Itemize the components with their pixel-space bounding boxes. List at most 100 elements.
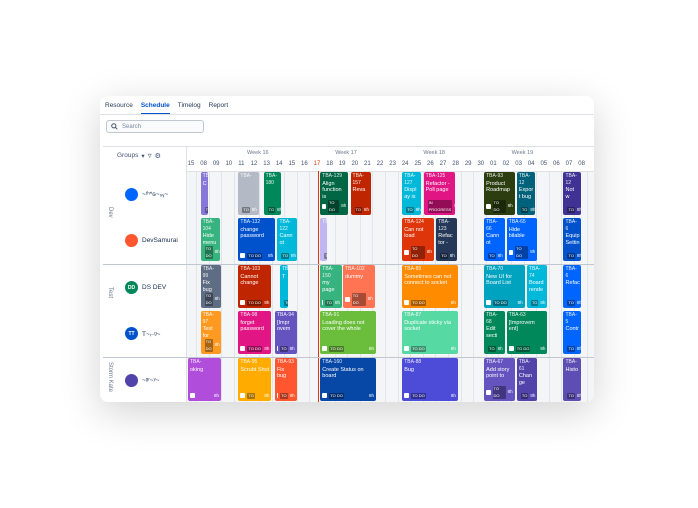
- task-card[interactable]: TBA-12 Not w TO 8h: [563, 172, 582, 215]
- task-card[interactable]: TBA-103 Cannot change TO DO 8h: [238, 265, 272, 308]
- task-card[interactable]: TBA-oking 8h: [188, 358, 222, 401]
- task-card[interactable]: TBA-68 Edit secti TO 8h: [484, 311, 505, 354]
- task-card[interactable]: TBA-99 Fix bug TO DO 8h: [200, 265, 221, 308]
- task-card[interactable]: TBA-93 Fix bug TO 8h: [274, 358, 297, 401]
- task-card[interactable]: TBA-129 Align function is TO DO 8h: [320, 172, 349, 215]
- filter-icon[interactable]: ▿: [148, 151, 152, 160]
- task-card[interactable]: TBA-T TO8h: [279, 265, 288, 308]
- task-card[interactable]: TBA-65 Hide bilable TO DO 8h: [506, 218, 538, 261]
- tab-schedule[interactable]: Schedule: [140, 100, 170, 114]
- task-card[interactable]: TBA-89 Sometimes can not connect to socke…: [402, 265, 458, 308]
- task-card[interactable]: TBA-160 Create Status on board TO DO 8h: [320, 358, 376, 401]
- task-card[interactable]: TBA-150 my page TO 8h: [320, 265, 342, 308]
- status-badge: TO DO: [492, 386, 506, 399]
- resource-row-3[interactable]: TT T~ᵢ₋ᵍ~: [125, 327, 160, 340]
- task-card[interactable]: TBA-74 Board rende TO 8h: [526, 265, 548, 308]
- task-card[interactable]: TBA-123 Refac tor - TO 8h: [436, 218, 457, 261]
- task-card[interactable]: TBA-6 Equip Settin TO 8h: [563, 218, 582, 261]
- task-footer: TO DO 8h: [508, 345, 545, 352]
- task-card[interactable]: TBA-97 Test for TO DO 8h: [200, 311, 221, 354]
- task-card[interactable]: TBA-6 Refac TO 8h: [563, 265, 582, 308]
- task-card[interactable]: TBA-63 [Improvem ent] TO DO 8h: [506, 311, 548, 354]
- status-badge: TO: [567, 252, 575, 259]
- task-id: TBA-103: [240, 266, 261, 272]
- task-title: my page: [322, 280, 335, 293]
- tab-report[interactable]: Report: [209, 100, 229, 114]
- week-label: Week 16: [247, 150, 269, 156]
- task-card[interactable]: TBA-5 Contr TO 8h: [563, 311, 582, 354]
- task-card[interactable]: TBA-104 Hide menu TO DO 8h: [200, 218, 220, 261]
- group-label: Dev: [107, 207, 113, 218]
- task-card[interactable]: TBA- Histo TO 8h: [563, 358, 582, 401]
- task-card[interactable]: TBA-98 forget password TO DO 8h: [238, 311, 272, 354]
- task-card[interactable]: TBA-132 change password TO DO 8h: [238, 218, 276, 261]
- tab-timelog[interactable]: Timelog: [178, 100, 201, 114]
- task-card[interactable]: TBA-94 [Impr ovem TO 8h: [274, 311, 297, 354]
- timeline-header: 15 08 09 10 11 12 13 14 15 16 17 18 19 20 21 22 23 24 25 26…: [187, 147, 594, 172]
- task-id: TBA-66: [486, 219, 498, 232]
- day-gridline: [221, 171, 223, 402]
- task-card[interactable]: TBA-95 Scrubt Shut TO 8h: [238, 358, 272, 401]
- task-id: TBA-68: [486, 312, 498, 325]
- task-card[interactable]: TBA-70 New UI for Board List TO DO 8h: [484, 265, 525, 308]
- task-card[interactable]: TBA-12 Expor t bug TO 8h: [516, 172, 535, 215]
- task-card[interactable]: TBA-67 Add story point to TO DO 8h: [484, 358, 515, 401]
- tab-resource[interactable]: Resource: [105, 100, 133, 114]
- task-id: TBA-150: [322, 266, 334, 279]
- status-badge: TO: [567, 299, 575, 306]
- task-footer: TO DO 8h: [240, 299, 269, 306]
- task-card[interactable]: TBA-180 TO 8h: [263, 172, 282, 215]
- task-hours: 8h: [264, 392, 270, 398]
- task-card[interactable]: TBA-61 Chan ge TO 8h: [516, 358, 538, 401]
- avatar: [125, 374, 138, 387]
- status-badge: TO: [280, 345, 288, 352]
- task-card[interactable]: TBA-91 Loading does not cover the whole TO…: [320, 311, 376, 354]
- task-hours: 8h: [576, 345, 582, 351]
- groups-dropdown[interactable]: Groups ▾ ▿ ⚙: [117, 151, 161, 160]
- task-title: Refac: [565, 280, 580, 286]
- resource-row-2[interactable]: DD DS DEV: [125, 281, 166, 294]
- resource-name: ~ᵗʰ*ɢ~₉ᵧ~: [142, 191, 169, 198]
- resource-name: DS DEV: [142, 284, 167, 291]
- task-card[interactable]: TBA-87 Duplicate sticky via socket TO DO 8h: [402, 311, 458, 354]
- task-card[interactable]: TBA-66 Cann ot TO 8h: [484, 218, 505, 261]
- task-card[interactable]: TBA- TO8h: [238, 172, 259, 215]
- resource-row-1[interactable]: DevSamurai: [125, 234, 178, 247]
- status-badge: TO: [406, 206, 414, 213]
- task-id: TBA-5: [565, 312, 577, 325]
- task-card[interactable]: TBA-93 Product Roadmap TO DO 8h: [484, 172, 515, 215]
- task-card[interactable]: TBA- TO8h: [320, 218, 327, 261]
- task-card[interactable]: TBA-124 Can not load TO DO 8h: [402, 218, 434, 261]
- task-id: TBA-: [322, 219, 327, 225]
- resource-row-4[interactable]: ~ᵍʳ~ʸ~: [125, 374, 159, 387]
- task-footer: TO8h: [266, 206, 282, 213]
- task-id: TBA-180: [265, 173, 277, 186]
- task-card[interactable]: TBA-102 dummy TO DO 8h: [342, 265, 375, 308]
- task-title: Refactor - Poll page: [425, 180, 450, 194]
- task-card[interactable]: TBA-157 Reva TO 8h: [350, 172, 371, 215]
- status-badge: TO: [281, 252, 289, 259]
- status-badge: TO DO: [329, 345, 344, 352]
- settings-icon[interactable]: ⚙: [155, 152, 161, 160]
- task-card[interactable]: TBA-122 Cann ot TO 8h: [277, 218, 297, 261]
- week-label: Week 17: [335, 150, 357, 156]
- task-title: forget password: [240, 319, 264, 333]
- task-footer: TO8h: [486, 345, 503, 352]
- task-card[interactable]: TBA-C TO8h: [200, 172, 209, 215]
- task-hours: 8h: [289, 345, 295, 351]
- task-hours: 8h: [277, 206, 282, 212]
- status-badge: TO DO: [515, 246, 529, 259]
- checkbox-icon: [276, 346, 279, 352]
- task-hours: 8h: [576, 206, 582, 212]
- resource-row-0[interactable]: ~ᵗʰ*ɢ~₉ᵧ~: [125, 188, 168, 201]
- task-card[interactable]: TBA-127 Displ ay is TO 8h: [402, 172, 422, 215]
- task-id: TBA-: [190, 359, 202, 365]
- day-gridline: [296, 171, 298, 402]
- task-id: TBA-127: [404, 173, 416, 186]
- task-card[interactable]: TBA-125Refactor - Poll page IN PROGRESS8h: [423, 172, 456, 215]
- task-card[interactable]: TBA-88 Bug TO DO 8h: [402, 358, 458, 401]
- task-title: Create Status on board: [322, 366, 364, 380]
- status-badge: TO: [242, 206, 250, 213]
- search-input[interactable]: Search: [106, 120, 204, 133]
- task-footer: TO8h: [322, 299, 340, 306]
